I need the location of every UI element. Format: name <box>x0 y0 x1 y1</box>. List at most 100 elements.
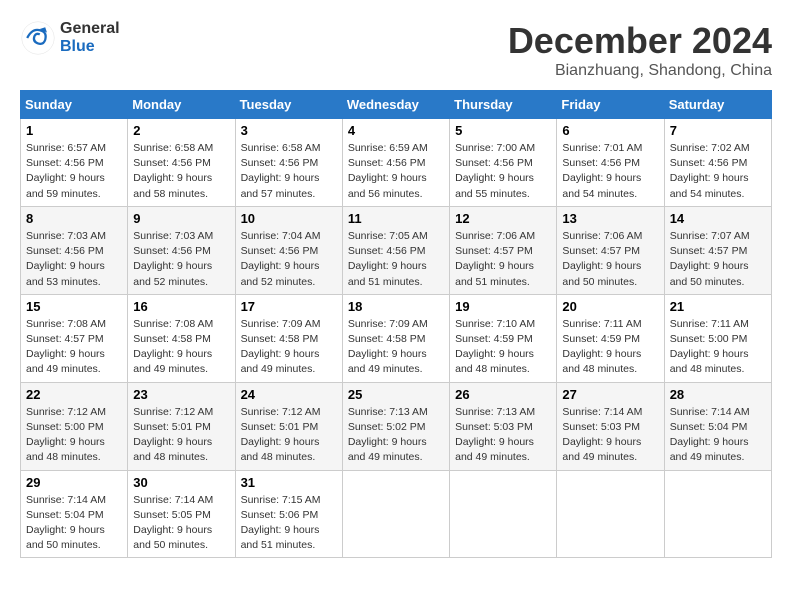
day-info: Sunrise: 7:08 AMSunset: 4:57 PMDaylight:… <box>26 317 122 378</box>
day-info: Sunrise: 7:05 AMSunset: 4:56 PMDaylight:… <box>348 229 444 290</box>
table-row <box>664 470 771 558</box>
col-tuesday: Tuesday <box>235 91 342 119</box>
calendar-week-row: 29 Sunrise: 7:14 AMSunset: 5:04 PMDaylig… <box>21 470 772 558</box>
table-row: 6 Sunrise: 7:01 AMSunset: 4:56 PMDayligh… <box>557 119 664 207</box>
table-row: 9 Sunrise: 7:03 AMSunset: 4:56 PMDayligh… <box>128 206 235 294</box>
table-row <box>450 470 557 558</box>
day-info: Sunrise: 7:06 AMSunset: 4:57 PMDaylight:… <box>562 229 658 290</box>
table-row: 12 Sunrise: 7:06 AMSunset: 4:57 PMDaylig… <box>450 206 557 294</box>
day-number: 22 <box>26 387 122 402</box>
table-row: 20 Sunrise: 7:11 AMSunset: 4:59 PMDaylig… <box>557 294 664 382</box>
day-info: Sunrise: 7:09 AMSunset: 4:58 PMDaylight:… <box>241 317 337 378</box>
day-info: Sunrise: 7:02 AMSunset: 4:56 PMDaylight:… <box>670 141 766 202</box>
logo-icon <box>20 20 56 56</box>
col-saturday: Saturday <box>664 91 771 119</box>
day-number: 1 <box>26 123 122 138</box>
day-number: 8 <box>26 211 122 226</box>
day-info: Sunrise: 7:13 AMSunset: 5:03 PMDaylight:… <box>455 405 551 466</box>
day-number: 2 <box>133 123 229 138</box>
day-number: 30 <box>133 475 229 490</box>
day-number: 7 <box>670 123 766 138</box>
logo-general-text: General <box>60 20 120 38</box>
table-row: 21 Sunrise: 7:11 AMSunset: 5:00 PMDaylig… <box>664 294 771 382</box>
table-row: 1 Sunrise: 6:57 AMSunset: 4:56 PMDayligh… <box>21 119 128 207</box>
day-number: 20 <box>562 299 658 314</box>
day-number: 9 <box>133 211 229 226</box>
calendar-table: Sunday Monday Tuesday Wednesday Thursday… <box>20 90 772 558</box>
table-row <box>342 470 449 558</box>
day-number: 19 <box>455 299 551 314</box>
day-info: Sunrise: 7:15 AMSunset: 5:06 PMDaylight:… <box>241 493 337 554</box>
day-number: 24 <box>241 387 337 402</box>
table-row: 8 Sunrise: 7:03 AMSunset: 4:56 PMDayligh… <box>21 206 128 294</box>
table-row: 22 Sunrise: 7:12 AMSunset: 5:00 PMDaylig… <box>21 382 128 470</box>
table-row: 19 Sunrise: 7:10 AMSunset: 4:59 PMDaylig… <box>450 294 557 382</box>
table-row: 30 Sunrise: 7:14 AMSunset: 5:05 PMDaylig… <box>128 470 235 558</box>
table-row: 24 Sunrise: 7:12 AMSunset: 5:01 PMDaylig… <box>235 382 342 470</box>
day-info: Sunrise: 6:59 AMSunset: 4:56 PMDaylight:… <box>348 141 444 202</box>
day-number: 15 <box>26 299 122 314</box>
day-info: Sunrise: 6:57 AMSunset: 4:56 PMDaylight:… <box>26 141 122 202</box>
day-number: 26 <box>455 387 551 402</box>
day-number: 4 <box>348 123 444 138</box>
day-info: Sunrise: 7:12 AMSunset: 5:01 PMDaylight:… <box>133 405 229 466</box>
table-row: 23 Sunrise: 7:12 AMSunset: 5:01 PMDaylig… <box>128 382 235 470</box>
table-row: 15 Sunrise: 7:08 AMSunset: 4:57 PMDaylig… <box>21 294 128 382</box>
day-number: 3 <box>241 123 337 138</box>
day-info: Sunrise: 7:06 AMSunset: 4:57 PMDaylight:… <box>455 229 551 290</box>
day-number: 23 <box>133 387 229 402</box>
col-wednesday: Wednesday <box>342 91 449 119</box>
day-info: Sunrise: 7:01 AMSunset: 4:56 PMDaylight:… <box>562 141 658 202</box>
col-friday: Friday <box>557 91 664 119</box>
col-thursday: Thursday <box>450 91 557 119</box>
day-number: 5 <box>455 123 551 138</box>
day-number: 21 <box>670 299 766 314</box>
table-row: 11 Sunrise: 7:05 AMSunset: 4:56 PMDaylig… <box>342 206 449 294</box>
day-info: Sunrise: 7:03 AMSunset: 4:56 PMDaylight:… <box>133 229 229 290</box>
day-info: Sunrise: 7:14 AMSunset: 5:05 PMDaylight:… <box>133 493 229 554</box>
logo-text: General Blue <box>60 20 120 55</box>
table-row: 13 Sunrise: 7:06 AMSunset: 4:57 PMDaylig… <box>557 206 664 294</box>
calendar-header-row: Sunday Monday Tuesday Wednesday Thursday… <box>21 91 772 119</box>
day-info: Sunrise: 7:04 AMSunset: 4:56 PMDaylight:… <box>241 229 337 290</box>
table-row: 29 Sunrise: 7:14 AMSunset: 5:04 PMDaylig… <box>21 470 128 558</box>
title-area: December 2024 Bianzhuang, Shandong, Chin… <box>508 20 772 80</box>
day-number: 28 <box>670 387 766 402</box>
day-number: 27 <box>562 387 658 402</box>
table-row: 14 Sunrise: 7:07 AMSunset: 4:57 PMDaylig… <box>664 206 771 294</box>
day-info: Sunrise: 6:58 AMSunset: 4:56 PMDaylight:… <box>133 141 229 202</box>
table-row: 25 Sunrise: 7:13 AMSunset: 5:02 PMDaylig… <box>342 382 449 470</box>
day-number: 18 <box>348 299 444 314</box>
day-info: Sunrise: 7:14 AMSunset: 5:04 PMDaylight:… <box>670 405 766 466</box>
table-row <box>557 470 664 558</box>
day-info: Sunrise: 7:07 AMSunset: 4:57 PMDaylight:… <box>670 229 766 290</box>
table-row: 18 Sunrise: 7:09 AMSunset: 4:58 PMDaylig… <box>342 294 449 382</box>
day-info: Sunrise: 7:00 AMSunset: 4:56 PMDaylight:… <box>455 141 551 202</box>
day-info: Sunrise: 7:10 AMSunset: 4:59 PMDaylight:… <box>455 317 551 378</box>
day-info: Sunrise: 6:58 AMSunset: 4:56 PMDaylight:… <box>241 141 337 202</box>
day-number: 31 <box>241 475 337 490</box>
col-sunday: Sunday <box>21 91 128 119</box>
table-row: 28 Sunrise: 7:14 AMSunset: 5:04 PMDaylig… <box>664 382 771 470</box>
day-number: 13 <box>562 211 658 226</box>
calendar-week-row: 8 Sunrise: 7:03 AMSunset: 4:56 PMDayligh… <box>21 206 772 294</box>
table-row: 31 Sunrise: 7:15 AMSunset: 5:06 PMDaylig… <box>235 470 342 558</box>
table-row: 26 Sunrise: 7:13 AMSunset: 5:03 PMDaylig… <box>450 382 557 470</box>
day-info: Sunrise: 7:13 AMSunset: 5:02 PMDaylight:… <box>348 405 444 466</box>
table-row: 4 Sunrise: 6:59 AMSunset: 4:56 PMDayligh… <box>342 119 449 207</box>
logo-blue-text: Blue <box>60 38 120 56</box>
day-number: 6 <box>562 123 658 138</box>
table-row: 16 Sunrise: 7:08 AMSunset: 4:58 PMDaylig… <box>128 294 235 382</box>
day-info: Sunrise: 7:12 AMSunset: 5:00 PMDaylight:… <box>26 405 122 466</box>
table-row: 3 Sunrise: 6:58 AMSunset: 4:56 PMDayligh… <box>235 119 342 207</box>
day-info: Sunrise: 7:11 AMSunset: 4:59 PMDaylight:… <box>562 317 658 378</box>
table-row: 5 Sunrise: 7:00 AMSunset: 4:56 PMDayligh… <box>450 119 557 207</box>
day-number: 11 <box>348 211 444 226</box>
day-number: 17 <box>241 299 337 314</box>
day-number: 10 <box>241 211 337 226</box>
day-info: Sunrise: 7:08 AMSunset: 4:58 PMDaylight:… <box>133 317 229 378</box>
location: Bianzhuang, Shandong, China <box>508 62 772 80</box>
day-info: Sunrise: 7:12 AMSunset: 5:01 PMDaylight:… <box>241 405 337 466</box>
header: General Blue December 2024 Bianzhuang, S… <box>20 20 772 80</box>
calendar-week-row: 1 Sunrise: 6:57 AMSunset: 4:56 PMDayligh… <box>21 119 772 207</box>
